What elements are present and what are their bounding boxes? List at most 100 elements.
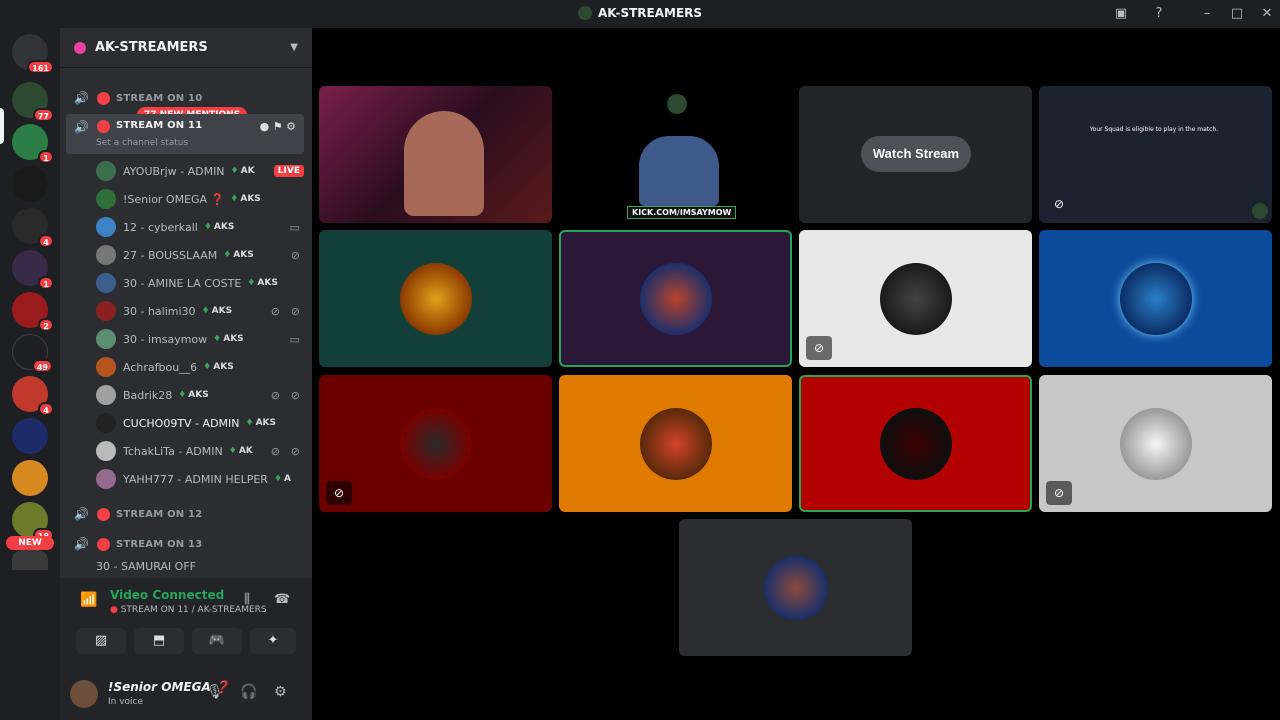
server-icon[interactable]: 4 xyxy=(12,376,54,416)
voice-user-row[interactable]: AYOUBrjw - ADMIN AK LIVE xyxy=(96,158,306,184)
minimize-button[interactable]: – xyxy=(1196,4,1218,24)
server-icon[interactable] xyxy=(12,166,48,202)
title-bar: AK-STREAMERS ▣ ? – □ ✕ xyxy=(0,0,1280,28)
muted-mic-icon: ⊘ xyxy=(1046,481,1072,505)
voice-user-row[interactable]: 12 - cyberkall AKS ▭ xyxy=(96,214,306,240)
home-badge: 161 xyxy=(27,60,54,74)
avatar xyxy=(879,407,952,480)
server-icon[interactable]: 49 xyxy=(12,334,53,373)
headphones-icon[interactable]: 🎧 xyxy=(240,684,257,700)
channel-actions[interactable]: ● ⚑ ⚙ xyxy=(260,120,296,133)
voice-user-row[interactable]: 27 - BOUSSLAAM AKS ⊘ xyxy=(96,242,306,268)
server-icon[interactable]: 18 xyxy=(12,502,54,542)
clan-tag: AK xyxy=(229,446,253,456)
channel-stream-11[interactable]: 🔊 STREAM ON 11 Set a channel status ● ⚑ … xyxy=(66,114,304,154)
voice-user-row[interactable]: 30 - AMINE LA COSTE AKS xyxy=(96,270,306,296)
video-tile-imsaymow[interactable]: KICK.COM/IMSAYMOW xyxy=(559,86,792,223)
clan-tag: AKS xyxy=(202,306,232,316)
video-tile-user[interactable]: ⊘ xyxy=(799,230,1032,367)
clan-tag: AKS xyxy=(204,222,234,232)
noise-suppression-icon[interactable]: ⫼ xyxy=(244,592,250,607)
user-name: Badrik28 xyxy=(123,388,173,402)
muted-icon: ⊘ xyxy=(290,248,300,262)
close-button[interactable]: ✕ xyxy=(1256,4,1278,24)
video-tile-user[interactable] xyxy=(559,375,792,512)
avatar xyxy=(96,301,116,321)
server-icon-ak[interactable]: 77 xyxy=(12,82,54,122)
channel-user-partial[interactable]: 30 - SAMURAI OFF xyxy=(96,559,306,573)
clan-tag: AKS xyxy=(223,250,253,260)
camera-off-button[interactable]: ▨ xyxy=(76,628,126,654)
muted-mic-icon: ⊘ xyxy=(806,336,832,360)
inbox-icon[interactable]: ▣ xyxy=(1110,4,1132,24)
camera-icon: ▭ xyxy=(289,332,300,346)
server-badge: 1 xyxy=(38,150,54,164)
help-icon[interactable]: ? xyxy=(1148,4,1170,24)
server-icon[interactable]: 1 xyxy=(12,250,54,290)
voice-user-row[interactable]: !Senior OMEGA ❓ AKS xyxy=(96,186,306,212)
voice-user-row[interactable]: YAHH777 - ADMIN HELPER A xyxy=(96,466,306,492)
user-name: TchakLiTa - ADMIN xyxy=(123,444,223,458)
deafened-icon: ⊘ xyxy=(270,304,280,318)
video-tile-game[interactable]: Your Squad is eligible to play in the ma… xyxy=(1039,86,1272,223)
chevron-down-icon[interactable]: ▼ xyxy=(290,42,298,53)
muted-icon: ⊘ xyxy=(290,388,300,402)
activity-button[interactable]: 🎮 xyxy=(192,628,242,654)
channel-stream-12[interactable]: 🔊 STREAM ON 12 xyxy=(66,501,304,527)
voice-user-row[interactable]: TchakLiTa - ADMIN AK ⊘ ⊘ xyxy=(96,438,306,464)
ak-logo-icon xyxy=(667,94,687,114)
home-icon[interactable]: 161 xyxy=(12,34,54,74)
server-icon[interactable] xyxy=(12,550,48,570)
video-tile-user[interactable] xyxy=(319,230,552,367)
maximize-button[interactable]: □ xyxy=(1226,4,1248,24)
user-name: AYOUBrjw - ADMIN xyxy=(123,164,225,178)
video-tile-stream[interactable]: Watch Stream xyxy=(799,86,1032,223)
settings-gear-icon[interactable]: ⚙ xyxy=(274,684,287,700)
user-name: YAHH777 - ADMIN HELPER xyxy=(123,472,268,486)
record-icon xyxy=(96,507,110,521)
avatar[interactable] xyxy=(70,680,98,708)
clan-tag: AKS xyxy=(247,278,277,288)
video-tile-c9[interactable] xyxy=(799,375,1032,512)
channel-stream-13[interactable]: 🔊 STREAM ON 13 xyxy=(66,531,304,557)
video-tile-omega[interactable] xyxy=(559,230,792,367)
server-icon[interactable]: 4 xyxy=(12,208,54,248)
avatar xyxy=(399,407,472,480)
voice-user-row[interactable]: CUCHO09TV - ADMIN AKS xyxy=(96,410,306,436)
video-tile-user[interactable]: ⊘ xyxy=(319,375,552,512)
channel-status[interactable]: Set a channel status xyxy=(96,138,188,148)
disconnect-icon[interactable]: ☎ xyxy=(274,592,290,607)
channel-sidebar: AK-STREAMERS ▼ 🔊 STREAM ON 10 77 NEW MEN… xyxy=(60,28,312,720)
voice-user-row[interactable]: Achrafbou__6 AKS xyxy=(96,354,306,380)
server-icon[interactable] xyxy=(12,418,48,454)
server-icon[interactable]: 1 xyxy=(12,124,54,164)
speaker-icon: 🔊 xyxy=(74,537,89,551)
server-icon[interactable] xyxy=(12,460,48,496)
voice-user-row[interactable]: 30 - halimi30 AKS ⊘ ⊘ xyxy=(96,298,306,324)
watch-stream-button[interactable]: Watch Stream xyxy=(861,136,971,172)
microphone-icon[interactable]: 🎙 xyxy=(206,684,224,700)
voice-user-row[interactable]: 30 - imsaymow AKS ▭ xyxy=(96,326,306,352)
voice-user-row[interactable]: Badrik28 AKS ⊘ ⊘ xyxy=(96,382,306,408)
video-tile-user[interactable] xyxy=(1039,230,1272,367)
signal-icon[interactable]: 📶 xyxy=(80,592,97,608)
speaker-icon: 🔊 xyxy=(74,120,89,134)
soundboard-button[interactable]: ✦ xyxy=(250,628,296,654)
clan-tag: AKS xyxy=(246,418,276,428)
avatar xyxy=(96,385,116,405)
video-tile-user[interactable]: ⊘ xyxy=(1039,375,1272,512)
avatar xyxy=(96,189,116,209)
video-tile-webcam[interactable] xyxy=(319,86,552,223)
clan-tag: AK xyxy=(231,166,255,176)
video-tile-user[interactable] xyxy=(679,519,912,656)
avatar xyxy=(879,262,952,335)
kick-label: KICK.COM/IMSAYMOW xyxy=(627,206,737,219)
server-icon[interactable]: 2 xyxy=(12,292,54,332)
clan-tag: A xyxy=(274,474,291,484)
server-badge: 77 xyxy=(32,108,54,122)
avatar xyxy=(96,469,116,489)
server-badge: 4 xyxy=(38,234,54,248)
guild-header[interactable]: AK-STREAMERS ▼ xyxy=(60,28,312,68)
server-badge: 49 xyxy=(31,359,53,373)
share-screen-button[interactable]: ⬒ xyxy=(134,628,184,654)
